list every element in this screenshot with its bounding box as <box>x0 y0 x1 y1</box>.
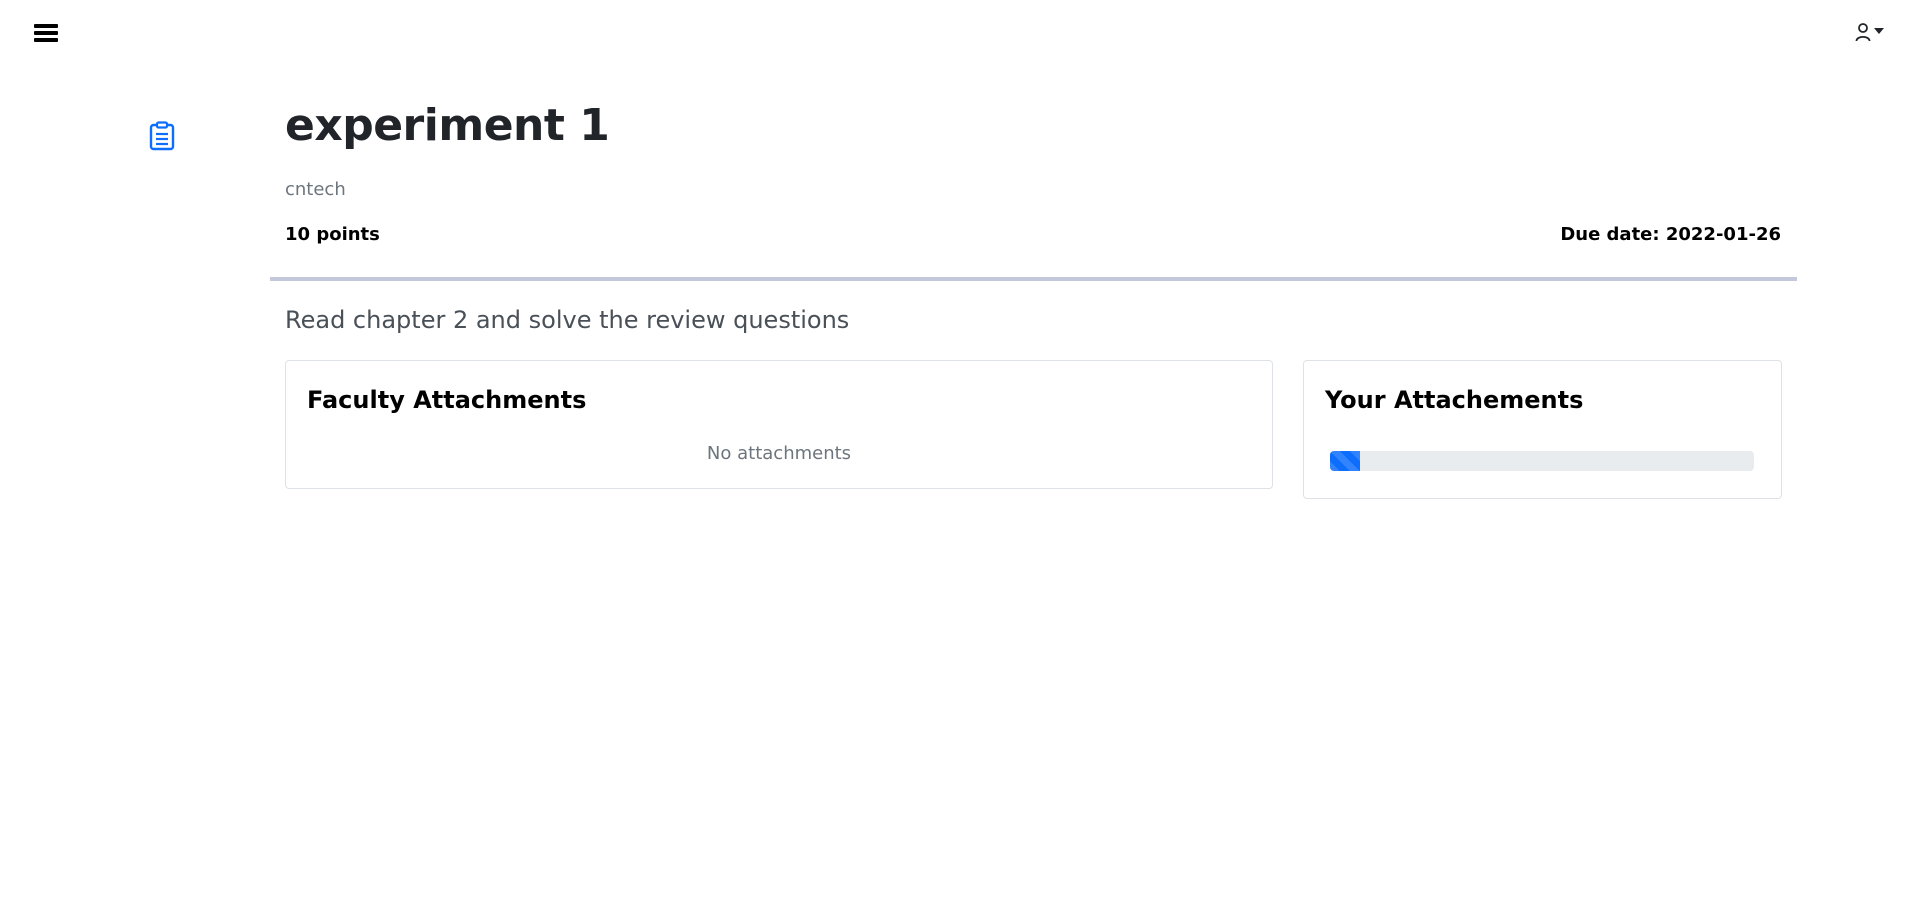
upload-progress-fill <box>1330 451 1360 471</box>
faculty-attachments-card: Faculty Attachments No attachments <box>285 360 1273 489</box>
hamburger-menu-icon[interactable] <box>34 24 59 44</box>
assignment-header: experiment 1 cntech 10 points Due date: … <box>285 100 1781 248</box>
assignment-author: cntech <box>285 178 346 200</box>
assignment-instructions: Read chapter 2 and solve the review ques… <box>285 306 850 334</box>
points-label: 10 points <box>285 223 380 245</box>
user-menu-dropdown[interactable] <box>1855 22 1895 44</box>
person-icon <box>1855 23 1871 42</box>
your-attachments-card: Your Attachements <box>1303 360 1782 499</box>
upload-progress-bar <box>1330 451 1754 471</box>
clipboard-list-icon <box>148 121 176 151</box>
header-divider <box>270 277 1797 281</box>
assignment-meta: 10 points Due date: 2022-01-26 <box>285 224 1781 248</box>
assignment-title: experiment 1 <box>285 100 610 151</box>
faculty-attachments-title: Faculty Attachments <box>307 386 587 414</box>
top-navbar <box>0 0 1916 66</box>
due-date-label: Due date: 2022-01-26 <box>1560 223 1781 245</box>
your-attachments-title: Your Attachements <box>1325 386 1584 414</box>
no-attachments-text: No attachments <box>706 443 852 464</box>
caret-down-icon <box>1874 28 1884 34</box>
